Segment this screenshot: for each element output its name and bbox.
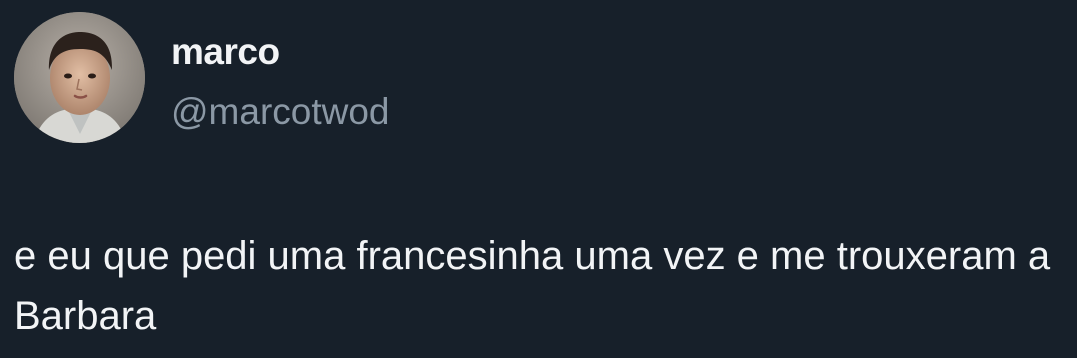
author-handle[interactable]: @marcotwod — [171, 90, 390, 134]
author-block: marco @marcotwod — [171, 30, 390, 134]
tweet-card: marco @marcotwod e eu que pedi uma franc… — [0, 0, 1077, 358]
author-display-name[interactable]: marco — [171, 30, 390, 74]
avatar[interactable] — [14, 12, 145, 143]
tweet-text: e eu que pedi uma francesinha uma vez e … — [14, 234, 1051, 338]
avatar-photo-icon — [14, 12, 145, 143]
